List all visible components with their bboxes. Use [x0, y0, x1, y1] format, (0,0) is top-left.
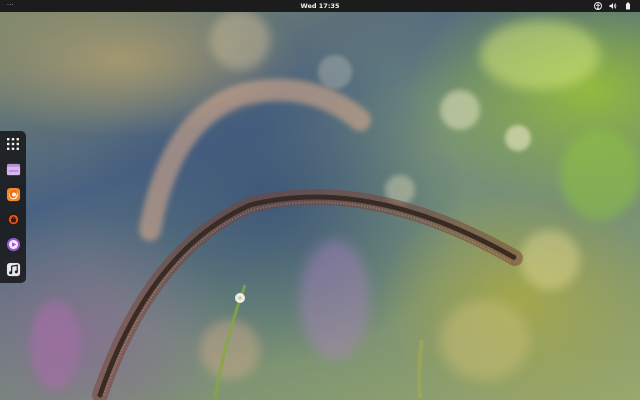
dash-item-music[interactable]	[3, 259, 23, 279]
video-player-icon	[6, 237, 20, 251]
grid-icon	[7, 138, 19, 150]
dash-dock	[0, 131, 26, 283]
dash-item-videos[interactable]	[3, 234, 23, 254]
accessibility-icon[interactable]	[594, 2, 602, 10]
grass-plume-illustration	[92, 79, 523, 400]
desktop-wallpaper	[0, 0, 640, 400]
volume-icon[interactable]	[609, 2, 617, 10]
clock[interactable]: Wed 17:35	[0, 0, 640, 12]
software-center-icon	[6, 212, 20, 226]
dash-item-firefox[interactable]	[3, 184, 23, 204]
system-tray[interactable]	[594, 0, 632, 12]
music-icon	[6, 262, 20, 276]
dash-item-files[interactable]	[3, 159, 23, 179]
top-bar: ··· Wed 17:35	[0, 0, 640, 12]
folder-icon	[6, 163, 20, 175]
battery-icon[interactable]	[624, 2, 632, 10]
dash-item-software[interactable]	[3, 209, 23, 229]
show-apps-button[interactable]	[3, 134, 23, 154]
firefox-icon	[6, 187, 20, 201]
